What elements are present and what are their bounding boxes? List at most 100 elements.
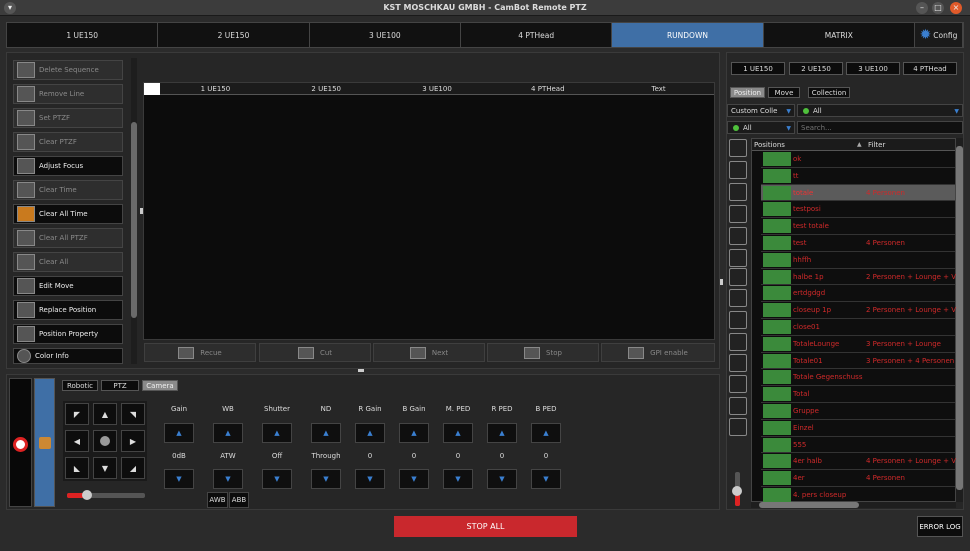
down-right-arrow-icon[interactable]: ◢	[121, 457, 145, 479]
sidebar-clear-time[interactable]: Clear Time	[13, 180, 123, 200]
r-gain-down-button[interactable]: ▼	[355, 469, 385, 489]
tab-ptz[interactable]: PTZ	[101, 380, 139, 391]
color-position-icon[interactable]	[729, 311, 747, 329]
gpi-enable-button[interactable]: GPI enable	[601, 343, 715, 362]
next-button[interactable]: Next	[373, 343, 485, 362]
sidebar-replace-position[interactable]: Replace Position	[13, 300, 123, 320]
collection-select[interactable]: Custom Colle ▼	[727, 104, 795, 117]
column-header[interactable]: 2 UE150	[271, 85, 382, 93]
splitter-handle[interactable]	[358, 369, 364, 372]
export-icon[interactable]	[729, 397, 747, 415]
b-ped-down-button[interactable]: ▼	[531, 469, 561, 489]
tab-2-ue150[interactable]: 2 UE150	[158, 23, 310, 47]
right-tab-2-ue150[interactable]: 2 UE150	[789, 62, 843, 75]
positions-scrollbar-thumb[interactable]	[956, 146, 963, 490]
right-arrow-icon[interactable]: ▶	[121, 430, 145, 452]
splitter-handle[interactable]	[140, 208, 143, 214]
speed-slider-handle[interactable]	[81, 490, 92, 500]
left-arrow-icon[interactable]: ◀	[65, 430, 89, 452]
down-arrow-icon[interactable]: ▼	[93, 457, 117, 479]
import-icon[interactable]	[729, 418, 747, 436]
sidebar-clear-all[interactable]: Clear All	[13, 252, 123, 272]
sidebar-scrollbar-thumb[interactable]	[131, 122, 137, 318]
delete-position-icon[interactable]	[729, 268, 747, 286]
column-header[interactable]: Text	[603, 85, 714, 93]
copy-position-icon[interactable]	[729, 289, 747, 307]
up-right-arrow-icon[interactable]: ◥	[121, 403, 145, 425]
m-ped-down-button[interactable]: ▼	[443, 469, 473, 489]
column-header[interactable]: 3 UE100	[382, 85, 493, 93]
r-gain-up-button[interactable]: ▲	[355, 423, 385, 443]
tab-3-ue100[interactable]: 3 UE100	[309, 23, 461, 47]
sidebar-position-property[interactable]: Position Property	[13, 324, 123, 344]
abb-button[interactable]: ABB	[229, 492, 249, 508]
tab-rundown[interactable]: RUNDOWN	[612, 23, 764, 47]
filter2-select[interactable]: All ▼	[727, 121, 795, 134]
wb-up-button[interactable]: ▲	[213, 423, 243, 443]
position-row[interactable]: testposi	[761, 201, 955, 219]
positions-header-name[interactable]: Positions	[754, 141, 785, 149]
search-input[interactable]	[797, 121, 963, 134]
positions-header-filter[interactable]: Filter	[868, 141, 885, 149]
stop-all-button[interactable]: STOP ALL	[394, 516, 577, 537]
positions-hscrollbar[interactable]	[751, 502, 956, 508]
filter-select[interactable]: All ▼	[797, 104, 963, 117]
r-ped-up-button[interactable]: ▲	[487, 423, 517, 443]
settings-position-icon[interactable]	[729, 227, 747, 245]
r-ped-down-button[interactable]: ▼	[487, 469, 517, 489]
position-row[interactable]: 4er halb 4 Personen + Lounge + Vi	[761, 453, 958, 471]
grid-corner[interactable]	[144, 82, 160, 95]
minimize-icon[interactable]: –	[916, 2, 928, 14]
splitter-handle[interactable]	[720, 279, 723, 285]
add-position-icon[interactable]	[729, 139, 747, 157]
user-position-icon[interactable]	[729, 183, 747, 201]
wb-down-button[interactable]: ▼	[213, 469, 243, 489]
recue-button[interactable]: Recue	[144, 343, 256, 362]
position-row[interactable]: ertdgdgd	[761, 285, 955, 303]
stop-button[interactable]: Stop	[487, 343, 599, 362]
maximize-icon[interactable]: □	[932, 2, 944, 14]
position-row[interactable]: Total	[761, 386, 955, 403]
gain-up-button[interactable]: ▲	[164, 423, 194, 443]
tab-robotic[interactable]: Robotic	[62, 380, 98, 391]
nd-down-button[interactable]: ▼	[311, 469, 341, 489]
b-gain-up-button[interactable]: ▲	[399, 423, 429, 443]
nd-up-button[interactable]: ▲	[311, 423, 341, 443]
camera-select-strip[interactable]	[34, 378, 55, 507]
tab-1-ue150[interactable]: 1 UE150	[7, 23, 159, 47]
sidebar-delete-sequence[interactable]: Delete Sequence	[13, 60, 123, 80]
sidebar-remove-line[interactable]: Remove Line	[13, 84, 123, 104]
info-position-icon[interactable]	[729, 333, 747, 351]
tab-4-pthead[interactable]: 4 PTHead	[460, 23, 613, 47]
sidebar-edit-move[interactable]: Edit Move	[13, 276, 123, 296]
positions-hscrollbar-thumb[interactable]	[759, 502, 859, 508]
position-row[interactable]: Totale Gegenschuss	[761, 369, 955, 387]
record-icon[interactable]	[13, 437, 28, 452]
home-center-icon[interactable]	[93, 430, 117, 452]
awb-button[interactable]: AWB	[207, 492, 228, 508]
gain-down-button[interactable]: ▼	[164, 469, 194, 489]
position-row[interactable]: Einzel	[761, 420, 955, 437]
position-row[interactable]: 4er 4 Personen	[761, 470, 955, 487]
position-row[interactable]: hhffh	[761, 252, 955, 269]
config-button[interactable]: ✹ Config	[914, 23, 963, 47]
position-row[interactable]: test 4 Personen	[761, 235, 955, 252]
right-tab-3-ue100[interactable]: 3 UE100	[846, 62, 900, 75]
tab-position[interactable]: Position	[730, 87, 765, 98]
gear-icon[interactable]	[729, 249, 747, 267]
right-tab-4-pthead[interactable]: 4 PTHead	[903, 62, 957, 75]
position-row[interactable]: closeup 1p 2 Personen + Lounge + Vi	[761, 302, 958, 319]
position-row[interactable]: test totale	[761, 218, 955, 235]
shutter-up-button[interactable]: ▲	[262, 423, 292, 443]
position-row[interactable]: 555	[761, 437, 955, 454]
edit-position-icon[interactable]	[729, 205, 747, 223]
tab-collection[interactable]: Collection	[808, 87, 850, 98]
sidebar-set-ptzf[interactable]: Set PTZF	[13, 108, 123, 128]
up-arrow-icon[interactable]: ▲	[93, 403, 117, 425]
rundown-grid[interactable]: 1 UE150 2 UE150 3 UE100 4 PTHead Text	[143, 82, 715, 340]
zoom-slider-handle[interactable]	[732, 486, 742, 496]
m-ped-up-button[interactable]: ▲	[443, 423, 473, 443]
sidebar-clear-all-ptzf[interactable]: Clear All PTZF	[13, 228, 123, 248]
tab-camera[interactable]: Camera	[142, 380, 178, 391]
position-row[interactable]: ok	[761, 151, 955, 168]
